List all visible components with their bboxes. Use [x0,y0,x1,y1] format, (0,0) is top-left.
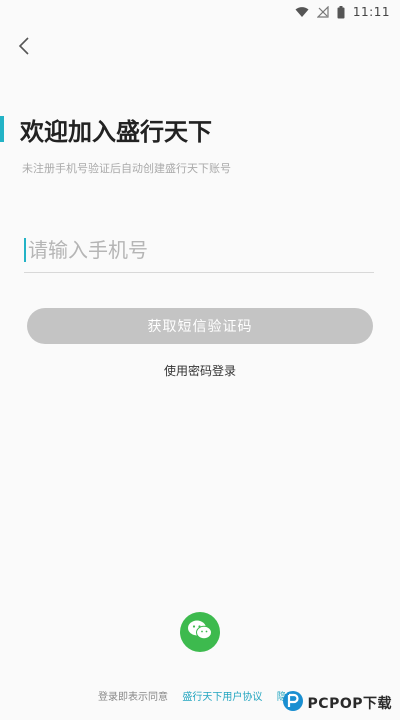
wechat-login-button[interactable] [180,612,220,652]
status-bar: 11:11 [0,0,400,24]
agreement-prefix: 登录即表示同意 [98,692,168,703]
title-accent-bar [0,116,4,142]
status-time: 11:11 [352,5,390,19]
text-cursor [24,238,26,262]
watermark: PCPOP下载 [282,690,392,716]
user-agreement-link[interactable]: 盛行天下用户协议 [182,692,262,703]
page-title: 欢迎加入盛行天下 [20,118,212,146]
chevron-left-icon [17,36,31,60]
password-login-link[interactable]: 使用密码登录 [0,362,400,379]
battery-icon [337,5,345,19]
no-signal-icon [316,6,329,18]
agreement-row: 登录即表示同意 盛行天下用户协议 隐私 [98,688,297,703]
wechat-icon [187,619,213,645]
phone-input[interactable] [28,238,348,262]
get-sms-code-button[interactable]: 获取短信验证码 [27,308,373,344]
back-button[interactable] [12,36,36,60]
wifi-icon [295,6,309,18]
watermark-text: PCPOP下载 [307,696,392,712]
page-subtitle: 未注册手机号验证后自动创建盛行天下账号 [22,162,231,175]
phone-field [24,228,374,273]
pcpop-logo-icon [282,690,304,716]
